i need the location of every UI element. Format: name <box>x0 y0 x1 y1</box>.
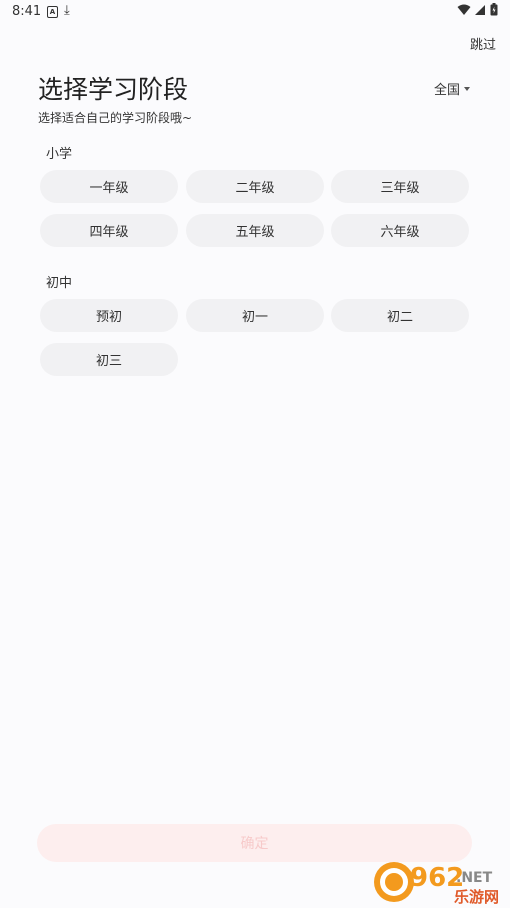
grade-chip[interactable]: 初一 <box>186 299 324 332</box>
status-bar: 8:41 A ⤓ <box>0 0 510 24</box>
a-icon: A <box>47 6 58 18</box>
battery-icon <box>490 3 498 16</box>
watermark-cn: 乐游网 <box>454 888 499 906</box>
confirm-button[interactable]: 确定 <box>37 824 472 862</box>
region-label: 全国 <box>433 83 460 98</box>
signal-icon <box>475 4 485 15</box>
page-title: 选择学习阶段 <box>38 75 189 104</box>
skip-button[interactable]: 跳过 <box>470 34 496 53</box>
watermark-logo: 962 .NET 乐游网 <box>374 862 499 906</box>
grade-chip[interactable]: 初二 <box>331 299 469 332</box>
grade-chip[interactable]: 五年级 <box>186 214 324 247</box>
status-time: 8:41 <box>12 4 42 19</box>
dropdown-arrow-icon <box>464 86 470 91</box>
grade-chip[interactable]: 二年级 <box>186 170 324 203</box>
grade-chip[interactable]: 六年级 <box>331 214 469 247</box>
grade-chip[interactable]: 三年级 <box>331 170 469 203</box>
grade-chip[interactable]: 预初 <box>40 299 178 332</box>
grade-chip[interactable]: 一年级 <box>40 170 178 203</box>
download-icon: ⤓ <box>64 3 70 18</box>
section-label-junior: 初中 <box>46 276 73 291</box>
region-selector[interactable]: 全国 <box>434 79 470 98</box>
grade-chip[interactable]: 初三 <box>40 343 178 376</box>
page-subtitle: 选择适合自己的学习阶段哦~ <box>38 111 193 125</box>
wifi-icon <box>457 4 471 15</box>
grade-chip[interactable]: 四年级 <box>40 214 178 247</box>
status-right-icons <box>457 3 498 16</box>
section-label-primary: 小学 <box>46 147 73 162</box>
watermark-suffix: .NET <box>456 870 493 886</box>
